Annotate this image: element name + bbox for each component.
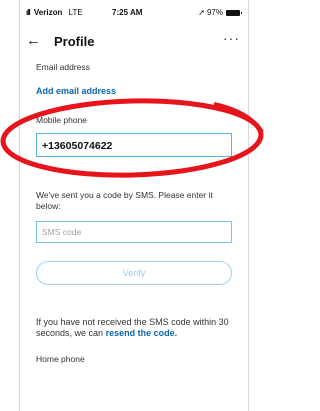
more-options-icon[interactable]: ··· bbox=[223, 30, 240, 46]
battery-percent: 97% bbox=[206, 8, 223, 17]
nav-bar: ← Profile ··· bbox=[20, 28, 248, 54]
mobile-phone-label: Mobile phone bbox=[36, 115, 88, 125]
carrier-name: Verizon bbox=[33, 8, 63, 17]
resend-code-link[interactable]: resend the code. bbox=[106, 328, 178, 338]
network-type: LTE bbox=[68, 8, 83, 17]
sms-instructions: We've sent you a code by SMS. Please ent… bbox=[36, 190, 213, 211]
phone-screen: ıll Verizon LTE 7:25 AM ➚ 97% ← Profile … bbox=[19, 0, 249, 411]
signal-bars-icon: ıll bbox=[26, 8, 31, 17]
status-time: 7:25 AM bbox=[112, 8, 143, 17]
page-title: Profile bbox=[54, 34, 95, 49]
sms-code-input[interactable] bbox=[36, 221, 232, 243]
status-bar: ıll Verizon LTE 7:25 AM ➚ 97% bbox=[20, 0, 248, 22]
back-arrow-icon[interactable]: ← bbox=[26, 32, 41, 49]
battery-icon bbox=[226, 9, 242, 16]
add-email-link[interactable]: Add email address bbox=[36, 86, 116, 96]
home-phone-label: Home phone bbox=[36, 354, 85, 364]
location-arrow-icon: ➚ bbox=[198, 8, 205, 17]
verify-button[interactable]: Verify bbox=[36, 261, 232, 285]
mobile-phone-field[interactable]: +13605074622 bbox=[36, 133, 232, 157]
resend-notice: If you have not received the SMS code wi… bbox=[36, 317, 236, 339]
email-label: Email address bbox=[36, 62, 90, 72]
